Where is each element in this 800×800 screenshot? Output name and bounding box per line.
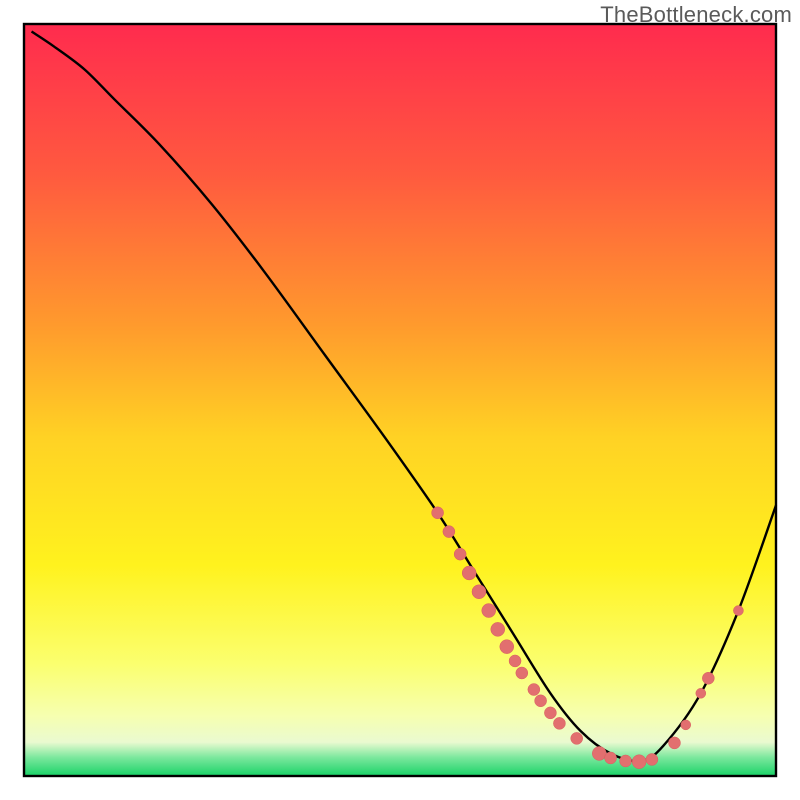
curve-marker [592,746,606,760]
curve-marker [482,604,496,618]
bottleneck-chart [0,0,800,800]
curve-marker [544,707,556,719]
curve-marker [535,695,547,707]
curve-marker [646,753,658,765]
plot-background [24,24,776,776]
curve-marker [432,507,444,519]
curve-marker [681,720,691,730]
curve-marker [553,717,565,729]
curve-marker [620,755,632,767]
curve-marker [668,737,680,749]
curve-marker [462,566,476,580]
curve-marker [605,752,617,764]
curve-marker [571,732,583,744]
curve-marker [491,622,505,636]
curve-marker [443,526,455,538]
curve-marker [472,585,486,599]
curve-marker [509,655,521,667]
curve-marker [632,755,646,769]
curve-marker [528,684,540,696]
curve-marker [702,672,714,684]
chart-container: TheBottleneck.com [0,0,800,800]
curve-marker [500,640,514,654]
curve-marker [733,606,743,616]
curve-marker [454,548,466,560]
attribution-label: TheBottleneck.com [600,2,792,28]
curve-marker [696,688,706,698]
curve-marker [516,667,528,679]
